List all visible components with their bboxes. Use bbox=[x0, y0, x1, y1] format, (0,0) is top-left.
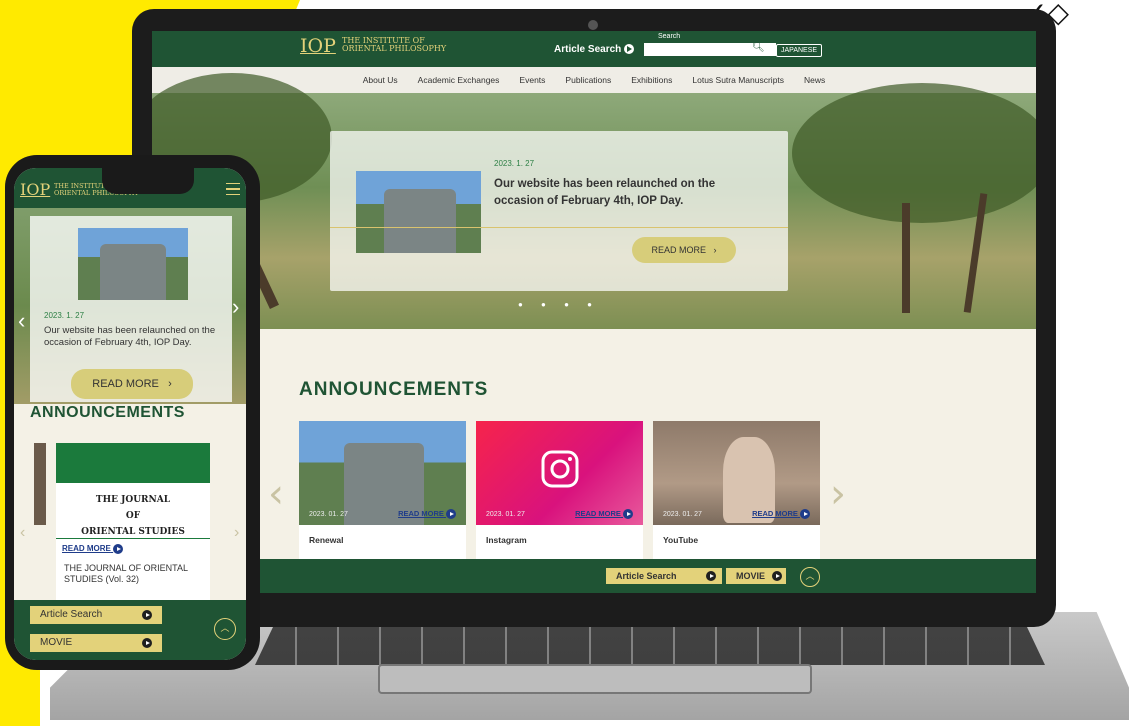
scroll-top-icon[interactable]: ︿ bbox=[800, 567, 820, 587]
carousel-next-icon[interactable]: › bbox=[830, 471, 846, 517]
nav-item-publications[interactable]: Publications bbox=[565, 75, 611, 85]
divider bbox=[330, 227, 788, 228]
hamburger-menu-icon[interactable] bbox=[226, 183, 240, 195]
camera-icon bbox=[588, 20, 598, 30]
announcement-card-renewal[interactable]: 2023. 01. 27 READ MORE Renewal bbox=[299, 421, 466, 559]
nav-item-academic-exchanges[interactable]: Academic Exchanges bbox=[418, 75, 500, 85]
play-arrow-icon bbox=[623, 509, 633, 520]
phone-journal-read-more[interactable]: READ MORE bbox=[62, 544, 124, 554]
phone-movie-button[interactable]: MOVIE bbox=[30, 634, 162, 652]
announcement-card-instagram[interactable]: 2023. 01. 27 READ MORE Instagram bbox=[476, 421, 643, 559]
read-more-label: READ MORE bbox=[398, 509, 444, 518]
logo-line-2: ORIENTAL PHILOSOPHY bbox=[342, 44, 447, 54]
phone-notch bbox=[102, 168, 194, 194]
carousel-dots[interactable]: ● ● ● ● bbox=[518, 300, 600, 309]
footer-movie-label: MOVIE bbox=[736, 571, 766, 581]
announcement-date: 2023. 01. 27 bbox=[486, 511, 525, 518]
footer-movie-button[interactable]: MOVIE bbox=[726, 568, 786, 584]
hero-date: 2023. 1. 27 bbox=[494, 159, 535, 168]
laptop-screen: IOP THE INSTITUTE OF ORIENTAL PHILOSOPHY… bbox=[152, 31, 1036, 593]
japanese-language-button[interactable]: JAPANESE bbox=[776, 44, 823, 57]
read-more-label: READ MORE bbox=[62, 544, 111, 554]
phone-article-search-label: Article Search bbox=[40, 609, 103, 620]
read-more-link[interactable]: READ MORE bbox=[752, 509, 810, 520]
read-more-label: READ MORE bbox=[575, 509, 621, 518]
announcement-title: Instagram bbox=[486, 535, 527, 545]
phone-movie-label: MOVIE bbox=[40, 637, 73, 648]
site-logo-text[interactable]: THE INSTITUTE OF ORIENTAL PHILOSOPHY bbox=[342, 36, 447, 54]
journal-cover-title: THE JOURNAL OF ORIENTAL STUDIES bbox=[56, 493, 210, 540]
phone-read-more-button[interactable]: READ MORE › bbox=[71, 369, 193, 399]
site-header: IOP THE INSTITUTE OF ORIENTAL PHILOSOPHY… bbox=[152, 31, 1036, 67]
read-more-link[interactable]: READ MORE bbox=[575, 509, 633, 520]
phone-announcements-heading: ANNOUNCEMENTS bbox=[30, 404, 185, 421]
play-arrow-icon bbox=[142, 638, 152, 648]
nav-item-exhibitions[interactable]: Exhibitions bbox=[631, 75, 672, 85]
read-more-label: READ MORE bbox=[651, 245, 706, 255]
nav-item-events[interactable]: Events bbox=[519, 75, 545, 85]
hero-headline[interactable]: Our website has been relaunched on the o… bbox=[494, 176, 744, 211]
building-photo bbox=[78, 228, 188, 300]
phone-prev-icon[interactable]: ‹ bbox=[18, 308, 25, 334]
nav-item-lotus-sutra[interactable]: Lotus Sutra Manuscripts bbox=[692, 75, 784, 85]
hero-read-more-button[interactable]: READ MORE › bbox=[632, 237, 736, 263]
journal-cover-band bbox=[56, 443, 210, 483]
site-logo[interactable]: IOP bbox=[300, 35, 336, 57]
read-more-link[interactable]: READ MORE bbox=[398, 509, 456, 520]
footer-article-search-label: Article Search bbox=[616, 571, 677, 581]
phone-scroll-top-icon[interactable]: ︿ bbox=[214, 618, 236, 640]
play-arrow-icon bbox=[113, 544, 124, 554]
tree-canopy bbox=[792, 83, 1036, 223]
phone-next-icon[interactable]: › bbox=[232, 294, 239, 320]
journal-line-2: OF bbox=[125, 510, 141, 521]
announcement-date: 2023. 01. 27 bbox=[663, 511, 702, 518]
phone-hero-headline[interactable]: Our website has been relaunched on the o… bbox=[44, 325, 230, 349]
divider bbox=[56, 538, 210, 539]
announcement-title: YouTube bbox=[663, 535, 699, 545]
read-more-label: READ MORE bbox=[92, 378, 159, 390]
nav-item-news[interactable]: News bbox=[804, 75, 825, 85]
play-arrow-icon bbox=[800, 509, 810, 520]
carousel-prev-icon[interactable]: ‹ bbox=[268, 471, 284, 517]
announcement-title: Renewal bbox=[309, 535, 344, 545]
play-arrow-icon bbox=[772, 571, 782, 581]
search-icon[interactable]: 🔍︎ bbox=[752, 42, 765, 53]
play-arrow-icon bbox=[706, 571, 716, 581]
building-photo bbox=[356, 171, 481, 253]
phone-hero-date: 2023. 1. 27 bbox=[44, 311, 85, 320]
site-footer: Article Search MOVIE ︿ bbox=[152, 559, 1036, 593]
footer-article-search-button[interactable]: Article Search bbox=[606, 568, 722, 584]
search-label: Search bbox=[658, 33, 681, 40]
play-arrow-icon bbox=[142, 610, 152, 620]
article-search-label: Article Search bbox=[554, 44, 622, 55]
article-search-link[interactable]: Article Search bbox=[554, 44, 635, 55]
laptop-trackpad bbox=[378, 664, 812, 694]
nav-item-about[interactable]: About Us bbox=[363, 75, 398, 85]
building-shape bbox=[384, 189, 456, 253]
announcement-card-youtube[interactable]: 2023. 01. 27 READ MORE YouTube bbox=[653, 421, 820, 559]
play-arrow-icon bbox=[624, 44, 635, 55]
phone-footer: Article Search MOVIE ︿ bbox=[14, 600, 246, 660]
chevron-right-icon: › bbox=[168, 378, 172, 390]
tree-trunk bbox=[902, 203, 910, 313]
journal-line-1: THE JOURNAL bbox=[95, 495, 171, 505]
phone-ann-next-icon[interactable]: › bbox=[234, 524, 239, 542]
phone-journal-title: THE JOURNAL OF ORIENTAL STUDIES (Vol. 32… bbox=[64, 563, 188, 585]
chevron-right-icon: › bbox=[713, 245, 717, 255]
read-more-label: READ MORE bbox=[752, 509, 798, 518]
phone-site-logo[interactable]: IOP bbox=[20, 180, 50, 199]
announcement-date: 2023. 01. 27 bbox=[309, 511, 348, 518]
play-arrow-icon bbox=[446, 509, 456, 520]
side-thumbnail bbox=[34, 443, 46, 525]
phone-article-search-button[interactable]: Article Search bbox=[30, 606, 162, 624]
phone-screen: IOP THE INSTITUTE OF ORIENTAL PHILOSOPHY… bbox=[14, 168, 246, 660]
building-shape bbox=[100, 244, 166, 300]
announcements-heading: ANNOUNCEMENTS bbox=[299, 379, 489, 400]
phone-ann-prev-icon[interactable]: ‹ bbox=[20, 524, 25, 542]
